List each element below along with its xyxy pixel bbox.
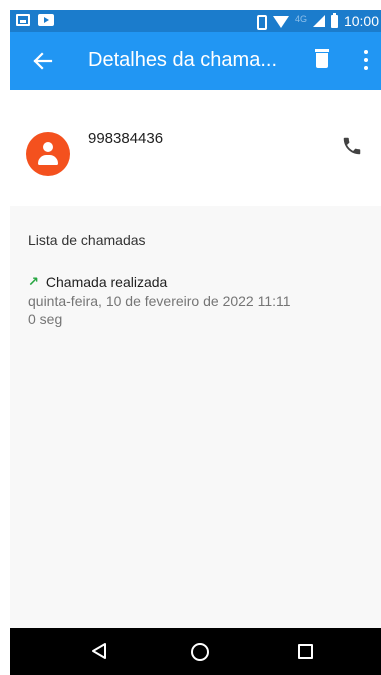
status-bar: 4G 10:00 xyxy=(10,10,381,32)
system-icons: 4G 10:00 xyxy=(253,12,379,30)
battery-icon xyxy=(330,12,338,28)
delete-icon-lid xyxy=(315,49,329,52)
phone-number: 998384436 xyxy=(88,130,164,147)
page-title: Detalhes da chama... xyxy=(88,49,277,71)
call-type: Chamada realizada xyxy=(45,274,168,290)
call-duration: 0 seg xyxy=(28,311,63,327)
contact-row[interactable]: 998384436 xyxy=(10,90,381,206)
image-notification-icon xyxy=(16,14,30,26)
nav-back-icon[interactable] xyxy=(90,642,108,660)
app-bar: Detalhes da chama... xyxy=(10,32,381,90)
navigation-bar xyxy=(10,628,381,675)
status-time: 10:00 xyxy=(343,13,379,29)
network-type: 4G xyxy=(294,14,307,24)
outgoing-call-icon: ↗ xyxy=(28,274,39,289)
notification-icons xyxy=(16,14,54,26)
youtube-notification-icon xyxy=(38,14,54,26)
call-date: quinta-feira, 10 de fevereiro de 2022 11… xyxy=(28,293,291,309)
menu-dot xyxy=(364,66,368,70)
delete-icon-can xyxy=(316,53,328,68)
back-arrow-icon[interactable] xyxy=(28,47,56,75)
menu-dot xyxy=(364,50,368,54)
menu-dot xyxy=(364,58,368,62)
call-list-section: Lista de chamadas ↗ Chamada realizada qu… xyxy=(10,206,381,628)
call-entry: ↗ Chamada realizada quinta-feira, 10 de … xyxy=(28,273,368,327)
call-type-line: ↗ Chamada realizada xyxy=(28,273,368,291)
nav-home-icon[interactable] xyxy=(191,643,209,661)
signal-icon xyxy=(312,15,325,27)
person-icon-body xyxy=(38,155,58,165)
phone-call-icon[interactable] xyxy=(341,135,367,161)
more-options-icon[interactable] xyxy=(360,49,372,71)
vibrate-icon xyxy=(253,14,267,30)
person-icon-head xyxy=(43,142,53,152)
call-list-title: Lista de chamadas xyxy=(28,232,146,248)
nav-recents-icon[interactable] xyxy=(298,644,313,659)
wifi-icon xyxy=(272,16,289,28)
delete-icon[interactable] xyxy=(314,49,334,71)
contact-avatar[interactable] xyxy=(26,132,70,176)
